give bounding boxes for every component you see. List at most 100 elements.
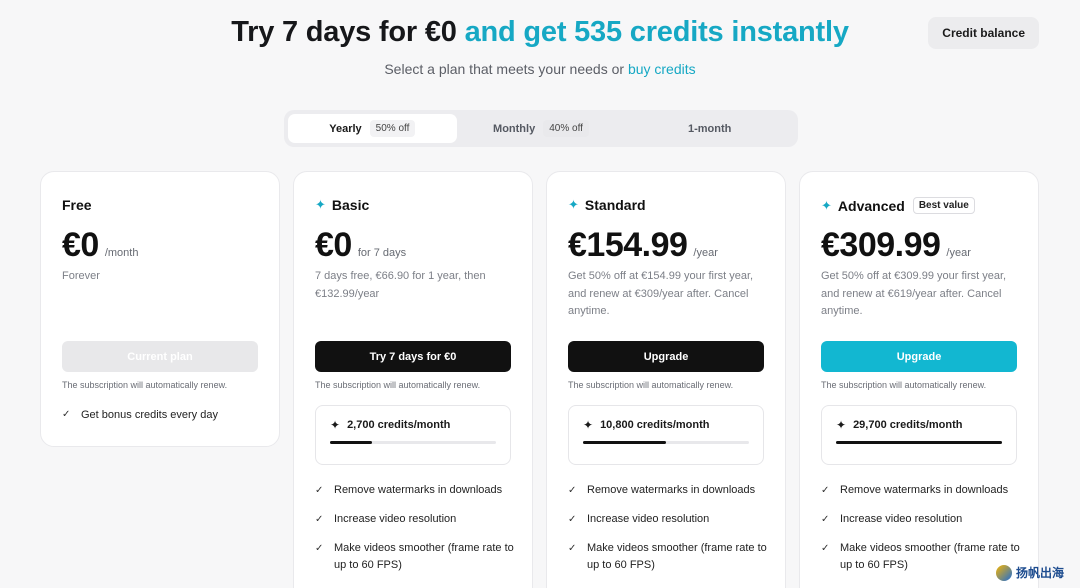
feature-item: ✓ Increase video resolution — [568, 511, 768, 528]
check-icon: ✓ — [821, 485, 830, 496]
sparkle-icon: ✦ — [315, 197, 326, 212]
headline-accent: and get 535 credits instantly — [464, 16, 849, 48]
credits-bar-fill — [583, 441, 666, 444]
credits-text: 10,800 credits/month — [600, 419, 710, 431]
discount-badge: 50% off — [369, 120, 416, 137]
price-row: €0 for 7 days — [315, 226, 406, 265]
feature-text: Increase video resolution — [840, 513, 963, 525]
plan-card-advanced: ✦ Advanced Best value €309.99 /year Get … — [799, 171, 1039, 588]
check-icon: ✓ — [821, 543, 830, 554]
plan-name-text: Advanced — [837, 197, 905, 214]
feature-text: Remove watermarks in downloads — [840, 484, 1009, 496]
check-icon: ✓ — [568, 543, 577, 554]
price-row: €309.99 /year — [821, 226, 971, 265]
upgrade-button[interactable]: Upgrade — [568, 341, 764, 372]
plan-name: ✦ Standard — [568, 197, 646, 213]
credits-bar-fill — [836, 441, 1002, 444]
price-description: 7 days free, €66.90 for 1 year, then €13… — [315, 270, 486, 300]
price-description: Get 50% off at €309.99 your first year, … — [821, 270, 1007, 317]
feature-text: Remove watermarks in downloads — [334, 484, 503, 496]
plan-name: ✦ Basic — [315, 197, 369, 213]
plan-card-free: Free €0 /month Forever Current plan The … — [40, 171, 280, 447]
subtitle: Select a plan that meets your needs or b… — [0, 61, 1080, 77]
credits-text: 29,700 credits/month — [853, 419, 963, 431]
plan-price: €309.99 — [821, 226, 941, 264]
renew-note: The subscription will automatically rene… — [821, 380, 987, 390]
feature-text: Get bonus credits every day — [81, 409, 218, 421]
feature-text: Make videos smoother (frame rate to up t… — [840, 542, 1020, 571]
tab-1-month[interactable]: 1-month — [625, 114, 794, 143]
sparkle-icon: ✦ — [821, 197, 832, 213]
try-free-button[interactable]: Try 7 days for €0 — [315, 341, 511, 372]
credits-bar — [330, 441, 496, 444]
upgrade-button[interactable]: Upgrade — [821, 341, 1017, 372]
check-icon: ✓ — [568, 485, 577, 496]
sparkle-icon: ✦ — [568, 197, 579, 212]
star-icon: ✦ — [330, 418, 341, 432]
watermark-text: 扬帆出海 — [1016, 566, 1065, 580]
credits-bar-fill — [330, 441, 372, 444]
feature-list: ✓ Remove watermarks in downloads ✓ Increas… — [568, 482, 768, 586]
feature-text: Increase video resolution — [334, 513, 457, 525]
renew-note: The subscription will automatically rene… — [315, 380, 481, 390]
renew-note: The subscription will automatically rene… — [62, 380, 228, 390]
tab-label: Monthly — [493, 122, 536, 135]
feature-text: Remove watermarks in downloads — [587, 484, 756, 496]
credit-balance-button[interactable]: Credit balance — [928, 17, 1039, 49]
plan-price: €154.99 — [568, 226, 688, 264]
price-row: €0 /month — [62, 226, 138, 265]
credits-box: ✦ 10,800 credits/month — [568, 405, 764, 465]
check-icon: ✓ — [315, 485, 324, 496]
headline-main: Try 7 days for €0 — [231, 16, 457, 48]
price-suffix: /month — [104, 247, 139, 259]
price-suffix: for 7 days — [357, 247, 407, 259]
check-icon: ✓ — [315, 543, 324, 554]
price-suffix: /year — [946, 247, 971, 259]
feature-text: Make videos smoother (frame rate to up t… — [334, 542, 514, 571]
page-header: Try 7 days for €0 and get 535 credits in… — [0, 16, 1080, 77]
plan-name-text: Basic — [331, 197, 370, 213]
feature-item: ✓ Increase video resolution — [821, 511, 1021, 528]
price-description: Forever — [62, 270, 100, 282]
discount-badge: 40% off — [543, 120, 589, 137]
tab-label: 1-month — [687, 122, 732, 135]
page-title: Try 7 days for €0 and get 535 credits in… — [0, 16, 1080, 49]
price-suffix: /year — [693, 247, 718, 259]
current-plan-button: Current plan — [62, 341, 258, 372]
credits-label: ✦ 2,700 credits/month — [330, 418, 496, 432]
tab-monthly[interactable]: Monthly 40% off — [457, 114, 626, 143]
feature-item: ✓ Make videos smoother (frame rate to up … — [821, 540, 1021, 574]
tab-yearly[interactable]: Yearly 50% off — [288, 114, 457, 143]
price-description: Get 50% off at €154.99 your first year, … — [568, 270, 754, 317]
plan-name-text: Free — [62, 197, 92, 213]
subtitle-text: Select a plan that meets your needs or — [384, 61, 625, 77]
billing-period-toggle: Yearly 50% off Monthly 40% off 1-month — [284, 110, 798, 147]
feature-item: ✓ Remove watermarks in downloads — [821, 482, 1021, 499]
renew-note: The subscription will automatically rene… — [568, 380, 734, 390]
star-icon: ✦ — [836, 418, 847, 432]
check-icon: ✓ — [568, 514, 577, 525]
watermark: 扬帆出海 — [996, 564, 1064, 581]
plan-name-text: Standard — [584, 197, 646, 213]
feature-item: ✓ Remove watermarks in downloads — [315, 482, 515, 499]
credits-bar — [583, 441, 749, 444]
tab-label: Yearly — [329, 122, 362, 135]
buy-credits-link[interactable]: buy credits — [628, 61, 696, 77]
plan-card-standard: ✦ Standard €154.99 /year Get 50% off at … — [546, 171, 786, 588]
feature-item: ✓ Increase video resolution — [315, 511, 515, 528]
plan-name: Free — [62, 197, 92, 213]
feature-text: Increase video resolution — [587, 513, 710, 525]
best-value-badge: Best value — [912, 197, 975, 214]
check-icon: ✓ — [315, 514, 324, 525]
credits-box: ✦ 2,700 credits/month — [315, 405, 511, 465]
credits-label: ✦ 29,700 credits/month — [836, 418, 1002, 432]
feature-list: ✓ Remove watermarks in downloads ✓ Increas… — [821, 482, 1021, 586]
star-icon: ✦ — [583, 418, 594, 432]
plan-price: €0 — [315, 226, 352, 264]
plan-name: ✦ Advanced Best value — [821, 197, 975, 214]
feature-text: Make videos smoother (frame rate to up t… — [587, 542, 767, 571]
plan-price: €0 — [62, 226, 99, 264]
feature-list: ✓ Remove watermarks in downloads ✓ Increas… — [315, 482, 515, 586]
price-row: €154.99 /year — [568, 226, 718, 265]
feature-item: ✓ Get bonus credits every day — [62, 409, 218, 421]
